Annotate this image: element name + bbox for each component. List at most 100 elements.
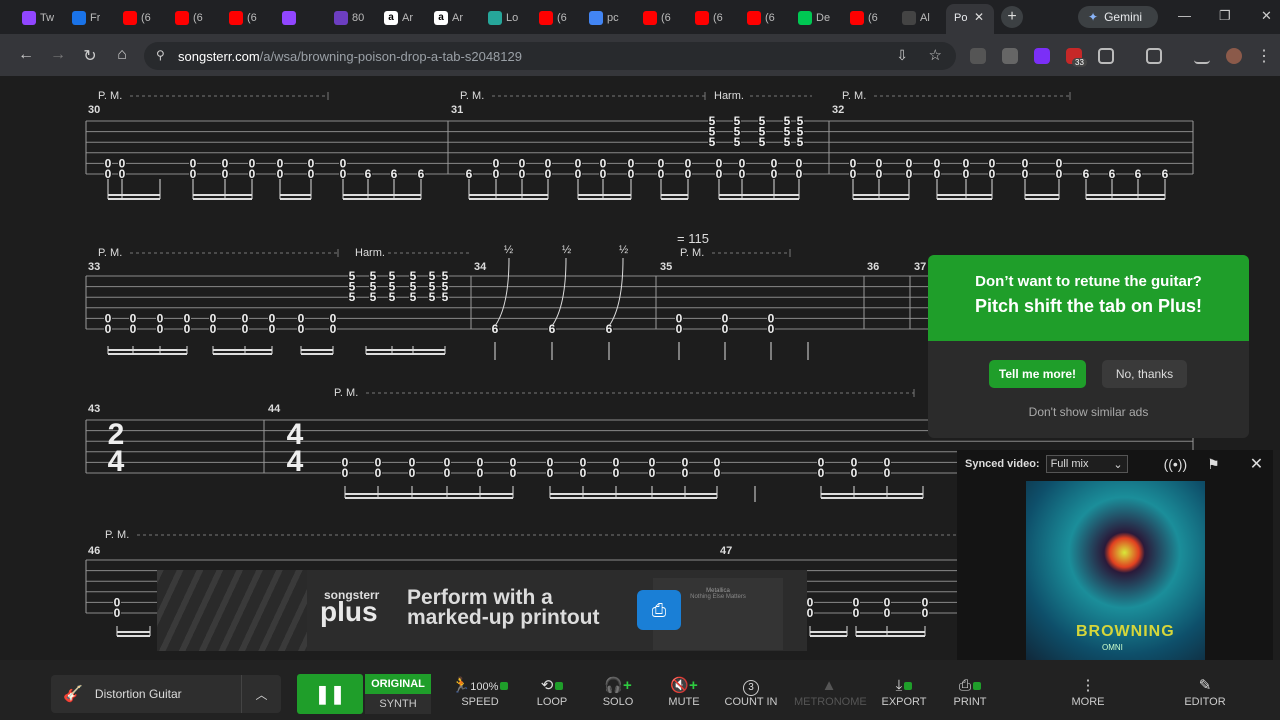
solo-button[interactable]: 🎧+ SOLO	[583, 676, 653, 708]
url-bar[interactable]: ⚲ songsterr.com/a/wsa/browning-poison-dr…	[144, 42, 956, 70]
bar-number: 44	[268, 403, 281, 415]
browser-tab[interactable]: (6	[539, 6, 567, 30]
browser-tab[interactable]: (6	[850, 6, 878, 30]
dont-show-ads-link[interactable]: Don't show similar ads	[928, 405, 1249, 419]
url-path: /a/wsa/browning-poison-drop-a-tab-s20481…	[259, 48, 522, 64]
gemini-label: Gemini	[1104, 10, 1143, 24]
reload-icon[interactable]: ↻	[80, 46, 100, 66]
extension-badge: 33	[1072, 58, 1087, 67]
fret-number: 0	[119, 167, 126, 181]
tempo-marking: = 115	[677, 231, 709, 246]
fret-number: 6	[1135, 167, 1142, 181]
sidepanel-icon[interactable]	[1146, 48, 1162, 64]
browser-tab[interactable]: pc	[589, 6, 619, 30]
speed-button[interactable]: 🏃100% SPEED	[445, 676, 515, 708]
metronome-icon: ▲	[821, 677, 837, 694]
browser-tab[interactable]: (6	[229, 6, 257, 30]
youtube-icon	[643, 11, 657, 25]
extension-icon[interactable]	[970, 48, 986, 64]
mix-select[interactable]: Full mix ⌄	[1045, 455, 1128, 473]
pause-button[interactable]: ❚❚	[297, 674, 363, 714]
close-tab-icon[interactable]: ✕	[974, 10, 984, 24]
forward-icon[interactable]: →	[48, 46, 68, 64]
extension-icon[interactable]	[1002, 48, 1018, 64]
print-button[interactable]: ⎙ PRINT	[935, 676, 1005, 708]
fret-number: 0	[906, 167, 913, 181]
fret-number: 0	[519, 167, 526, 181]
fret-number: 0	[269, 322, 276, 336]
plus-icon: +	[688, 677, 698, 694]
chevron-up-icon[interactable]: ︿	[241, 675, 281, 713]
audio-sync-icon[interactable]: ((•))	[1164, 456, 1188, 472]
reading-list-icon[interactable]	[1194, 48, 1210, 64]
export-button[interactable]: ⤓ EXPORT	[869, 676, 939, 708]
browser-tab[interactable]: De	[798, 6, 830, 30]
maximize-icon[interactable]: ❐	[1219, 8, 1231, 24]
browser-tab[interactable]: (6	[695, 6, 723, 30]
fret-number: 0	[210, 322, 217, 336]
tab-sheet[interactable]: 30 31 32 P. M. P. M. P. M. Harm. 0 0 0 0 0 0 0 0 0 0 0 0 0 0…	[0, 76, 1280, 660]
count-in-button[interactable]: 3 COUNT IN	[716, 676, 786, 708]
fret-number: 0	[613, 466, 620, 480]
browser-tab[interactable]: 80	[334, 6, 364, 30]
gemini-button[interactable]: ✦ Gemini	[1078, 6, 1158, 28]
fret-number: 0	[1022, 167, 1029, 181]
synth-button[interactable]: SYNTH	[365, 694, 431, 714]
bar-number: 36	[867, 261, 879, 273]
amazon-icon: a	[434, 11, 448, 25]
k-icon	[798, 11, 812, 25]
fret-number: 0	[545, 167, 552, 181]
album-logo: BROWNING	[1076, 623, 1175, 640]
browser-tab[interactable]: (6	[643, 6, 671, 30]
google-icon	[589, 11, 603, 25]
browser-tab[interactable]: a Ar	[434, 6, 463, 30]
close-window-icon[interactable]: ✕	[1261, 8, 1272, 24]
browser-tab-label: Ar	[452, 12, 463, 24]
mute-button[interactable]: 🔇+ MUTE	[649, 676, 719, 708]
chevron-down-icon: ⌄	[1113, 458, 1123, 471]
extension-icon[interactable]	[1034, 48, 1050, 64]
avatar[interactable]	[1226, 48, 1242, 64]
instrument-selector[interactable]: 🎸 Distortion Guitar ︿	[51, 675, 281, 713]
active-tab[interactable]: Po ✕	[946, 4, 994, 34]
site-info-icon[interactable]: ⚲	[156, 48, 165, 62]
no-thanks-button[interactable]: No, thanks	[1102, 360, 1187, 388]
bookmark-star-icon[interactable]: ☆	[929, 46, 942, 64]
home-icon[interactable]: ⌂	[112, 46, 132, 64]
minimize-icon[interactable]: —	[1178, 8, 1191, 23]
new-tab-button[interactable]: +	[1001, 6, 1023, 28]
install-app-icon[interactable]: ⇩	[896, 47, 908, 64]
album-art[interactable]: BROWNING OMNI	[1026, 481, 1205, 660]
loop-button[interactable]: ⟲ LOOP	[517, 676, 587, 708]
lock-icon	[904, 682, 913, 691]
browser-tab[interactable]: (6	[123, 6, 151, 30]
browser-tab[interactable]: Lo	[488, 6, 518, 30]
menu-icon[interactable]: ⋮	[1254, 46, 1274, 66]
tell-me-more-button[interactable]: Tell me more!	[989, 360, 1086, 388]
puzzle-icon[interactable]	[1098, 48, 1114, 64]
palm-mute-label: P. M.	[334, 387, 358, 399]
plus-banner-ad[interactable]: songsterr plus Perform with a marked-up …	[157, 570, 807, 651]
print-label: PRINT	[953, 696, 987, 708]
metronome-button[interactable]: ▲ METRONOME	[794, 676, 867, 708]
browser-tab[interactable]	[282, 6, 300, 30]
browser-tab[interactable]: (6	[175, 6, 203, 30]
fret-number: 0	[716, 167, 723, 181]
browser-tab[interactable]: Fr	[72, 6, 100, 30]
fret-number: 5	[429, 290, 436, 304]
editor-button[interactable]: ✎ EDITOR	[1170, 676, 1240, 708]
more-button[interactable]: ⋮ MORE	[1053, 676, 1123, 708]
original-button[interactable]: ORIGINAL	[365, 674, 431, 694]
back-icon[interactable]: ←	[16, 46, 36, 64]
close-video-icon[interactable]: ✕	[1250, 454, 1263, 474]
print-icon[interactable]: ⎙	[637, 590, 681, 630]
browser-tab[interactable]: Al	[902, 6, 930, 30]
youtube-icon	[175, 11, 189, 25]
browser-tab[interactable]: a Ar	[384, 6, 413, 30]
flag-icon[interactable]: ⚑	[1207, 456, 1220, 473]
fret-number: 0	[884, 606, 891, 620]
mix-value: Full mix	[1050, 458, 1089, 470]
browser-tab[interactable]: (6	[747, 6, 775, 30]
browser-tab[interactable]: Tw	[22, 6, 54, 30]
palm-mute-label: P. M.	[98, 247, 122, 259]
